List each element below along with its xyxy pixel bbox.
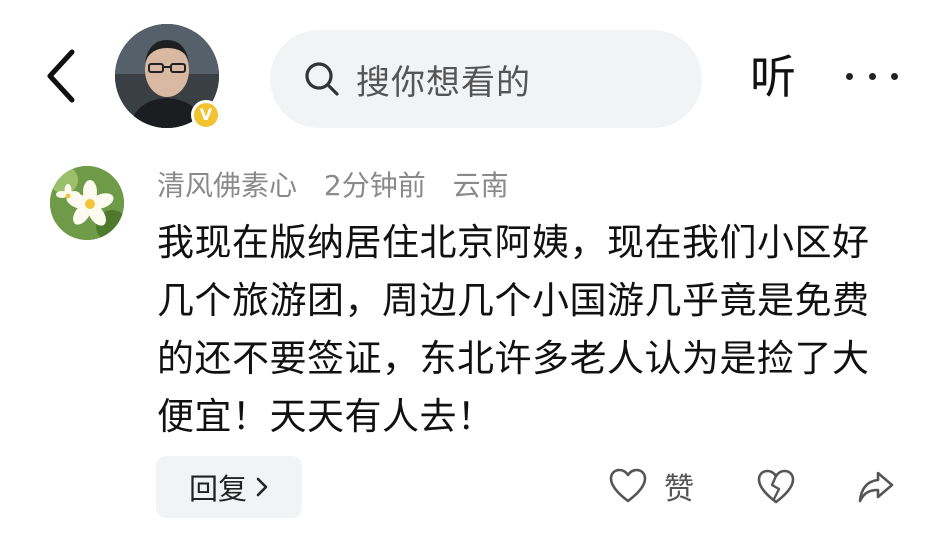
chevron-left-icon	[47, 49, 75, 103]
more-dot	[891, 72, 898, 80]
listen-button[interactable]: 听	[750, 44, 796, 110]
verified-badge: V	[191, 100, 221, 130]
chevron-right-icon	[256, 477, 268, 497]
more-button[interactable]	[846, 62, 898, 90]
reply-button[interactable]: 回复	[156, 456, 302, 518]
search-placeholder: 搜你想看的	[356, 62, 531, 103]
share-button[interactable]	[856, 468, 896, 510]
reply-label: 回复	[188, 472, 247, 506]
comment-username[interactable]: 清风佛素心	[157, 169, 297, 202]
flower-avatar-image	[50, 166, 124, 240]
heart-outline-icon	[609, 468, 647, 503]
share-arrow-icon	[858, 471, 894, 503]
search-icon	[305, 62, 339, 96]
like-label: 赞	[664, 472, 694, 507]
comment-text: 我现在版纳居住北京阿姨，现在我们小区好几个旅游团，周边几个小国游几乎竟是免费的还…	[157, 221, 870, 438]
dislike-button[interactable]	[756, 468, 796, 510]
more-dot	[868, 72, 876, 80]
comment-location: 云南	[452, 169, 509, 202]
comment-meta: 清风佛素心 2分钟前 云南	[157, 166, 527, 206]
like-button[interactable]: 赞	[608, 464, 694, 508]
search-bar[interactable]: 搜你想看的	[270, 30, 702, 128]
comment-time: 2分钟前	[323, 169, 426, 202]
more-dot	[846, 72, 853, 80]
broken-heart-icon	[757, 469, 795, 504]
author-avatar-container[interactable]: V	[115, 24, 223, 132]
commenter-avatar[interactable]	[50, 166, 124, 240]
back-button[interactable]	[38, 44, 86, 108]
